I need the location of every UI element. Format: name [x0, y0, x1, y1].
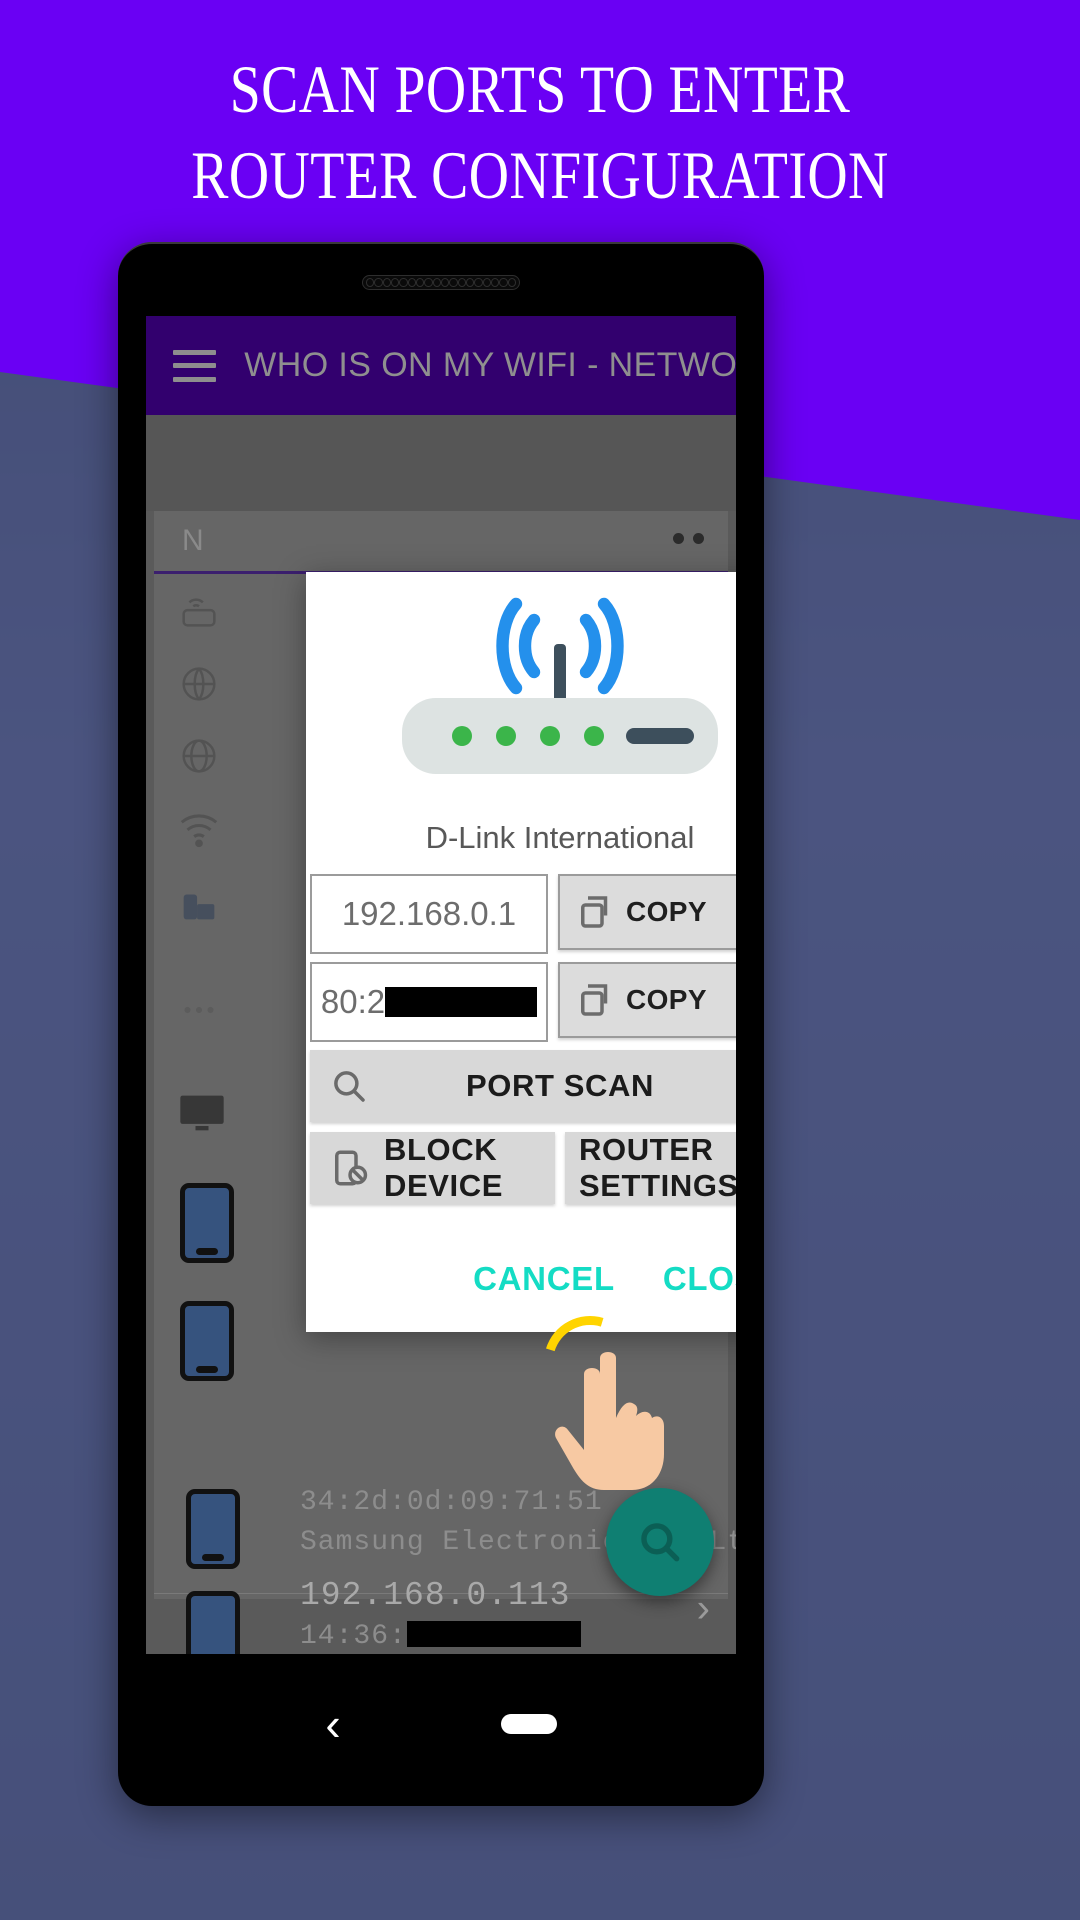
phone-icon [186, 1591, 240, 1654]
search-icon [641, 1523, 680, 1562]
page-title-line-1: SCAN PORTS TO ENTER [229, 51, 851, 127]
dialog-action-bar: CANCEL CLOSE [306, 1214, 736, 1320]
copy-ip-label: COPY [626, 896, 707, 927]
content-top-pad [146, 415, 736, 511]
port-scan-label: PORT SCAN [466, 1068, 654, 1103]
speaker-grille [362, 275, 520, 290]
wifi-icon [180, 814, 218, 848]
phone-screen: WHO IS ON MY WIFI - NETWO... N 34:2d:0d:… [146, 316, 736, 1654]
overflow-dots-icon[interactable] [673, 533, 704, 544]
router-vendor-name: D-Link International [425, 820, 695, 855]
block-device-label: BLOCK DEVICE [384, 1132, 504, 1203]
port-scan-button[interactable]: PORT SCAN [310, 1050, 736, 1122]
device-ip: 192.168.0.113 [300, 1577, 571, 1614]
copy-ip-button[interactable]: COPY [558, 874, 736, 950]
chevron-right-icon: › [696, 1586, 710, 1631]
android-nav-bar: ‹ [146, 1668, 736, 1780]
tab-bar[interactable]: N [154, 511, 728, 571]
search-fab-button[interactable] [606, 1488, 714, 1596]
wifi-router-icon [306, 590, 736, 806]
app-bar: WHO IS ON MY WIFI - NETWO... [146, 316, 736, 415]
redaction-bar [385, 987, 538, 1017]
router-settings-label: ROUTER SETTINGS [579, 1132, 736, 1203]
home-pill-icon[interactable] [500, 1714, 557, 1734]
phone-icon [186, 1489, 240, 1569]
page-title: SCAN PORTS TO ENTER ROUTER CONFIGURATION [97, 46, 983, 218]
copy-icon [581, 984, 608, 1016]
redaction-bar [406, 1621, 581, 1647]
ellipsis-icon [184, 1006, 214, 1014]
block-device-button[interactable]: BLOCK DEVICE [310, 1132, 555, 1204]
hamburger-icon[interactable] [173, 349, 217, 382]
phone-mockup: WHO IS ON MY WIFI - NETWO... N 34:2d:0d:… [118, 242, 764, 1806]
cancel-button[interactable]: CANCEL [473, 1260, 615, 1298]
back-chevron-icon[interactable]: ‹ [325, 1701, 340, 1747]
copy-mac-button[interactable]: COPY [558, 962, 736, 1038]
router-settings-button[interactable]: ROUTER SETTINGS [565, 1132, 736, 1204]
block-device-icon [335, 1150, 368, 1186]
router-illustration [402, 597, 718, 774]
globe-alt-icon [182, 739, 216, 773]
router-details-dialog: D-Link International 192.168.0.1 COPY 80… [306, 572, 736, 1332]
mac-address-row: 80:2 COPY [306, 962, 736, 1050]
walkie-talkie-icon [183, 894, 215, 920]
close-button[interactable]: CLOSE [663, 1260, 736, 1298]
ip-address-row: 192.168.0.1 COPY [306, 874, 736, 962]
copy-mac-label: COPY [626, 984, 707, 1015]
secondary-actions-row: BLOCK DEVICE ROUTER SETTINGS [310, 1132, 736, 1204]
mac-address-value: 80:2 [320, 983, 386, 1020]
copy-icon [581, 896, 608, 928]
monitor-icon [180, 1095, 224, 1131]
globe-icon [182, 667, 216, 701]
ip-address-field[interactable]: 192.168.0.1 [310, 874, 548, 954]
phone-icon [180, 1183, 234, 1263]
mac-address-field[interactable]: 80:2 [310, 962, 548, 1042]
phone-icon [180, 1301, 234, 1381]
router-small-icon [182, 598, 216, 627]
tab-label: N [182, 524, 204, 557]
page-title-line-2: ROUTER CONFIGURATION [191, 137, 889, 213]
app-bar-title: WHO IS ON MY WIFI - NETWO... [244, 346, 736, 384]
device-mac: 14:36: [300, 1621, 581, 1652]
device-mac: 34:2d:0d:09:71:51 [300, 1487, 603, 1518]
